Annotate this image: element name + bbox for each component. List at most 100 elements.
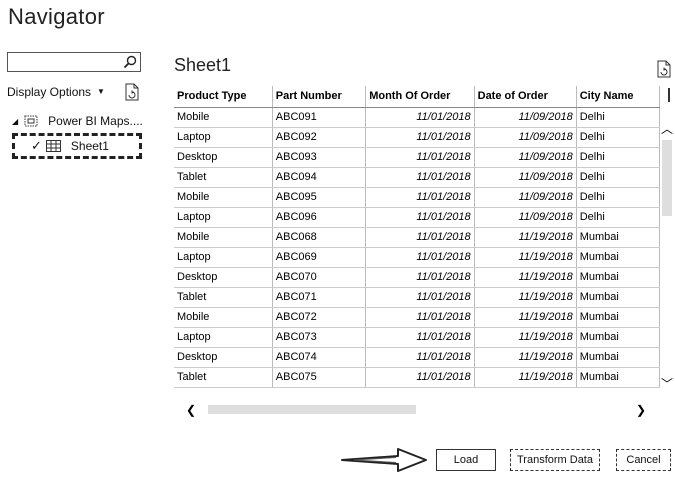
column-header[interactable]: Product Type xyxy=(174,86,273,108)
navigator-window: Navigator Display Options ▼ ◢ Power BI Ma… xyxy=(0,0,675,481)
table-cell: Delhi xyxy=(576,147,660,168)
transform-data-button[interactable]: Transform Data xyxy=(510,449,600,471)
table-cell: 11/19/2018 xyxy=(474,367,577,388)
table-cell: Tablet xyxy=(174,287,273,308)
tree-item-sheet1[interactable]: ✓ Sheet1 xyxy=(12,133,142,159)
search-input[interactable] xyxy=(10,54,124,72)
table-cell: Mumbai xyxy=(576,307,660,328)
table-cell: ABC092 xyxy=(272,127,367,148)
table-cell: 11/19/2018 xyxy=(474,327,577,348)
display-options-label: Display Options xyxy=(7,85,92,99)
table-row[interactable]: Laptop ABC069 11/01/2018 11/19/2018 Mumbai xyxy=(174,247,660,268)
scroll-down-icon[interactable]: ﹀ xyxy=(660,378,674,390)
table-cell: ABC073 xyxy=(272,327,367,348)
table-header-row: Product Type Part Number Month Of Order … xyxy=(174,86,660,108)
vertical-scroll-thumb[interactable] xyxy=(662,140,672,216)
table-row[interactable]: Mobile ABC072 11/01/2018 11/19/2018 Mumbai xyxy=(174,307,660,328)
table-cell: Delhi xyxy=(576,187,660,208)
column-header[interactable]: Part Number xyxy=(272,86,367,108)
table-cell: 11/19/2018 xyxy=(474,307,577,328)
table-cell: Delhi xyxy=(576,167,660,188)
table-cell: 11/01/2018 xyxy=(365,147,475,168)
table-cell: Laptop xyxy=(174,327,273,348)
horizontal-scrollbar[interactable]: ❮ ❯ xyxy=(186,403,646,417)
horizontal-scroll-thumb[interactable] xyxy=(208,405,416,414)
column-header[interactable]: Month Of Order xyxy=(365,86,475,108)
table-row[interactable]: Desktop ABC070 11/01/2018 11/19/2018 Mumbai xyxy=(174,267,660,288)
table-row[interactable]: Laptop ABC073 11/01/2018 11/19/2018 Mumbai xyxy=(174,327,660,348)
scroll-right-icon[interactable]: ❯ xyxy=(636,403,646,417)
table-row[interactable]: Mobile ABC091 11/01/2018 11/09/2018 Delhi xyxy=(174,107,660,128)
next-column-edge xyxy=(668,88,674,102)
table-cell: Delhi xyxy=(576,107,660,128)
load-button[interactable]: Load xyxy=(436,449,496,471)
tree-child-label: Sheet1 xyxy=(70,139,109,153)
table-cell: Mumbai xyxy=(576,287,660,308)
column-header[interactable]: Date of Order xyxy=(474,86,577,108)
data-table: Product Type Part Number Month Of Order … xyxy=(174,86,660,388)
table-cell: 11/19/2018 xyxy=(474,347,577,368)
workbook-icon xyxy=(24,115,38,127)
table-cell: 11/19/2018 xyxy=(474,267,577,288)
table-cell: ABC071 xyxy=(272,287,367,308)
table-cell: 11/01/2018 xyxy=(365,267,475,288)
preview-grid[interactable]: Product Type Part Number Month Of Order … xyxy=(174,86,660,402)
export-document-icon[interactable] xyxy=(656,60,672,78)
checkbox-checked-icon[interactable]: ✓ xyxy=(31,138,42,154)
table-cell: ABC070 xyxy=(272,267,367,288)
column-header[interactable]: City Name xyxy=(576,86,660,108)
table-cell: Mobile xyxy=(174,107,273,128)
table-cell: 11/09/2018 xyxy=(474,207,577,228)
tree-root-label: Power BI Maps.... xyxy=(48,114,143,128)
table-row[interactable]: Laptop ABC092 11/01/2018 11/09/2018 Delhi xyxy=(174,127,660,148)
scroll-up-icon[interactable]: ︿ xyxy=(660,123,674,135)
table-cell: ABC093 xyxy=(272,147,367,168)
table-row[interactable]: Mobile ABC095 11/01/2018 11/09/2018 Delhi xyxy=(174,187,660,208)
table-cell: Delhi xyxy=(576,127,660,148)
tree-item-power-bi-maps[interactable]: ◢ Power BI Maps.... xyxy=(12,114,143,128)
table-cell: Mumbai xyxy=(576,227,660,248)
table-cell: Tablet xyxy=(174,367,273,388)
table-cell: Mumbai xyxy=(576,367,660,388)
table-cell: Mobile xyxy=(174,187,273,208)
table-row[interactable]: Tablet ABC094 11/01/2018 11/09/2018 Delhi xyxy=(174,167,660,188)
table-cell: 11/01/2018 xyxy=(365,347,475,368)
cancel-button[interactable]: Cancel xyxy=(616,449,671,471)
table-cell: 11/09/2018 xyxy=(474,147,577,168)
table-cell: Mumbai xyxy=(576,247,660,268)
table-cell: Tablet xyxy=(174,167,273,188)
table-row[interactable]: Tablet ABC075 11/01/2018 11/19/2018 Mumbai xyxy=(174,367,660,388)
table-cell: 11/19/2018 xyxy=(474,247,577,268)
table-cell: Desktop xyxy=(174,147,273,168)
table-cell: ABC096 xyxy=(272,207,367,228)
collapse-triangle-icon[interactable]: ◢ xyxy=(12,117,18,126)
display-options-dropdown[interactable]: Display Options ▼ xyxy=(7,85,105,99)
chevron-down-icon: ▼ xyxy=(97,87,105,96)
table-cell: 11/01/2018 xyxy=(365,127,475,148)
table-cell: 11/01/2018 xyxy=(365,367,475,388)
table-cell: 11/09/2018 xyxy=(474,127,577,148)
table-row[interactable]: Tablet ABC071 11/01/2018 11/19/2018 Mumbai xyxy=(174,287,660,308)
search-icon[interactable] xyxy=(123,55,137,69)
table-cell: Mumbai xyxy=(576,347,660,368)
table-row[interactable]: Desktop ABC093 11/01/2018 11/09/2018 Delhi xyxy=(174,147,660,168)
table-cell: ABC072 xyxy=(272,307,367,328)
scroll-left-icon[interactable]: ❮ xyxy=(186,403,196,417)
table-row[interactable]: Desktop ABC074 11/01/2018 11/19/2018 Mumbai xyxy=(174,347,660,368)
table-cell: 11/19/2018 xyxy=(474,227,577,248)
table-cell: Mumbai xyxy=(576,327,660,348)
table-cell: 11/01/2018 xyxy=(365,287,475,308)
search-box[interactable] xyxy=(7,52,141,72)
table-row[interactable]: Laptop ABC096 11/01/2018 11/09/2018 Delhi xyxy=(174,207,660,228)
table-cell: ABC074 xyxy=(272,347,367,368)
table-cell: 11/01/2018 xyxy=(365,327,475,348)
table-cell: ABC068 xyxy=(272,227,367,248)
table-cell: Laptop xyxy=(174,127,273,148)
table-cell: Mobile xyxy=(174,307,273,328)
table-cell: Laptop xyxy=(174,207,273,228)
table-cell: Mobile xyxy=(174,227,273,248)
vertical-scrollbar[interactable]: ︿ ﹀ xyxy=(660,120,674,390)
table-cell: 11/09/2018 xyxy=(474,187,577,208)
refresh-document-icon[interactable] xyxy=(124,83,140,101)
table-row[interactable]: Mobile ABC068 11/01/2018 11/19/2018 Mumbai xyxy=(174,227,660,248)
